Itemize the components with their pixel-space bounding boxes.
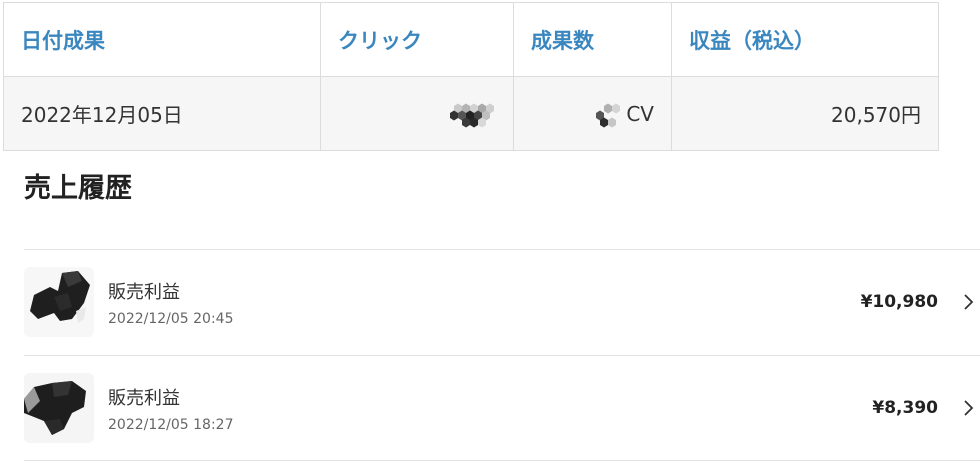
product-image bbox=[24, 267, 94, 337]
chevron-right-icon[interactable] bbox=[962, 398, 974, 418]
redacted-hex-icon bbox=[596, 103, 621, 127]
row-date: 2022年12月05日 bbox=[3, 76, 321, 151]
header-date[interactable]: 日付成果 bbox=[3, 2, 321, 77]
product-image bbox=[24, 373, 94, 443]
item-amount: ¥8,390 bbox=[872, 398, 938, 418]
row-click bbox=[320, 76, 514, 151]
stats-header-row: 日付成果 クリック 成果数 収益（税込） bbox=[3, 2, 939, 77]
chevron-right-icon[interactable] bbox=[962, 292, 974, 312]
sales-history-list: 販売利益 2022/12/05 20:45 ¥10,980 販売利益 2022/… bbox=[24, 249, 980, 461]
item-amount: ¥10,980 bbox=[860, 292, 938, 312]
item-title: 販売利益 bbox=[108, 388, 180, 409]
item-date: 2022/12/05 18:27 bbox=[108, 417, 234, 433]
list-item[interactable]: 販売利益 2022/12/05 20:45 ¥10,980 bbox=[24, 249, 980, 355]
section-title: 売上履歴 bbox=[24, 173, 132, 204]
header-revenue[interactable]: 収益（税込） bbox=[671, 2, 939, 77]
cv-unit-label: CV bbox=[626, 101, 654, 126]
redacted-hex-icon bbox=[450, 103, 494, 127]
header-conversions[interactable]: 成果数 bbox=[513, 2, 672, 77]
row-revenue: 20,570円 bbox=[671, 76, 939, 151]
product-thumbnail bbox=[24, 373, 94, 443]
list-item[interactable]: 販売利益 2022/12/05 18:27 ¥8,390 bbox=[24, 355, 980, 461]
item-date: 2022/12/05 20:45 bbox=[108, 311, 234, 327]
stats-row: 2022年12月05日 CV 20,570円 bbox=[3, 76, 939, 151]
product-thumbnail bbox=[24, 267, 94, 337]
header-click[interactable]: クリック bbox=[320, 2, 514, 77]
item-title: 販売利益 bbox=[108, 282, 180, 303]
stats-table: 日付成果 クリック 成果数 収益（税込） 2022年12月05日 CV 20,5… bbox=[3, 2, 939, 151]
row-conversions: CV bbox=[513, 76, 672, 151]
